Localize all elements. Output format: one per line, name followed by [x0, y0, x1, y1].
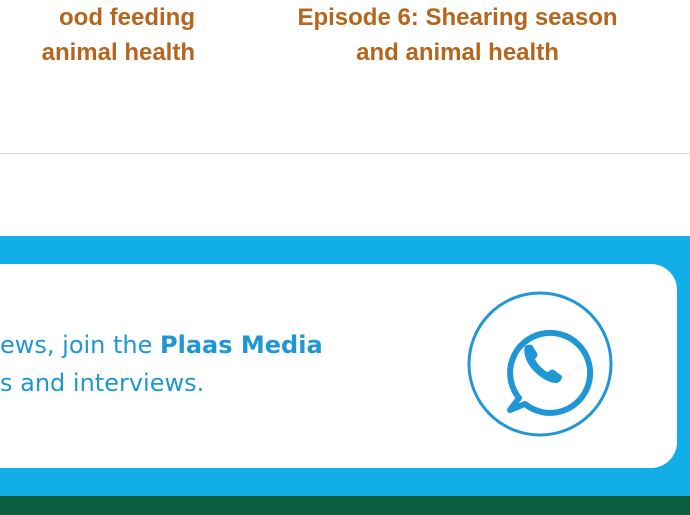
banner-text-line-1: ews, join the Plaas Media [0, 326, 323, 364]
episode-title-line: Episode 6: Shearing season [297, 4, 618, 31]
episode-title-line: animal health [41, 39, 195, 66]
page: ood feeding animal health Episode 6: She… [0, 0, 690, 515]
banner-text-line-2: s and interviews. [0, 369, 205, 397]
footer-strip [0, 496, 690, 515]
brand-name: Plaas Media [160, 331, 323, 359]
banner-text-prefix: ews, join the [0, 331, 161, 359]
episode-title-line: ood feeding [59, 4, 195, 31]
whatsapp-banner[interactable]: ews, join the Plaas Media s and intervie… [0, 236, 690, 496]
banner-card[interactable]: ews, join the Plaas Media s and intervie… [0, 264, 677, 468]
episode-5-link[interactable]: ood feeding animal health [0, 0, 195, 70]
episode-6-link[interactable]: Episode 6: Shearing season and animal he… [255, 0, 660, 70]
whatsapp-icon[interactable] [465, 289, 615, 439]
section-divider [0, 153, 690, 154]
episode-title-line: and animal health [356, 39, 559, 66]
banner-text: ews, join the Plaas Media s and intervie… [0, 326, 323, 402]
